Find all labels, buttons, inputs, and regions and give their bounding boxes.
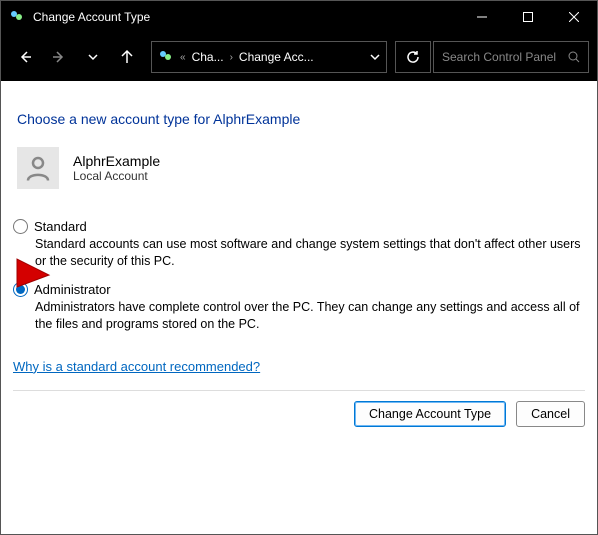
standard-label-text: Standard	[34, 219, 87, 234]
user-row: AlphrExample Local Account	[17, 147, 585, 189]
breadcrumb-pre: «	[180, 52, 186, 63]
search-input[interactable]: Search Control Panel	[433, 41, 589, 73]
help-link[interactable]: Why is a standard account recommended?	[13, 359, 260, 374]
window-title: Change Account Type	[33, 10, 459, 24]
user-info: AlphrExample Local Account	[73, 153, 160, 183]
maximize-button[interactable]	[505, 1, 551, 33]
account-type-options: Standard Standard accounts can use most …	[13, 219, 585, 333]
administrator-radio[interactable]	[13, 282, 28, 297]
app-icon	[9, 9, 25, 25]
chevron-right-icon: ›	[230, 52, 233, 63]
breadcrumb-2[interactable]: Change Acc...	[239, 50, 314, 64]
content-area: Choose a new account type for AlphrExamp…	[1, 81, 597, 391]
search-placeholder: Search Control Panel	[442, 50, 568, 64]
option-administrator: Administrator Administrators have comple…	[13, 282, 585, 333]
user-account-type: Local Account	[73, 169, 160, 183]
address-bar[interactable]: « Cha... › Change Acc...	[151, 41, 387, 73]
administrator-label-text: Administrator	[34, 282, 111, 297]
minimize-button[interactable]	[459, 1, 505, 33]
standard-radio[interactable]	[13, 219, 28, 234]
refresh-button[interactable]	[395, 41, 431, 73]
recent-dropdown-button[interactable]	[77, 41, 109, 73]
search-icon	[568, 51, 580, 63]
standard-description: Standard accounts can use most software …	[35, 236, 585, 270]
cancel-button[interactable]: Cancel	[516, 401, 585, 427]
administrator-radio-label[interactable]: Administrator	[13, 282, 585, 297]
up-button[interactable]	[111, 41, 143, 73]
administrator-description: Administrators have complete control ove…	[35, 299, 585, 333]
avatar	[17, 147, 59, 189]
button-row: Change Account Type Cancel	[1, 401, 597, 439]
divider	[13, 390, 585, 391]
person-icon	[23, 153, 53, 183]
titlebar: Change Account Type	[1, 1, 597, 33]
change-account-type-button[interactable]: Change Account Type	[354, 401, 506, 427]
close-button[interactable]	[551, 1, 597, 33]
chevron-down-icon[interactable]	[370, 52, 380, 62]
option-standard: Standard Standard accounts can use most …	[13, 219, 585, 270]
breadcrumb-1[interactable]: Cha...	[192, 50, 224, 64]
user-name: AlphrExample	[73, 153, 160, 169]
standard-radio-label[interactable]: Standard	[13, 219, 585, 234]
forward-button[interactable]	[43, 41, 75, 73]
users-icon	[158, 49, 174, 65]
back-button[interactable]	[9, 41, 41, 73]
navbar: « Cha... › Change Acc... Search Control …	[1, 33, 597, 81]
page-heading: Choose a new account type for AlphrExamp…	[17, 111, 585, 127]
